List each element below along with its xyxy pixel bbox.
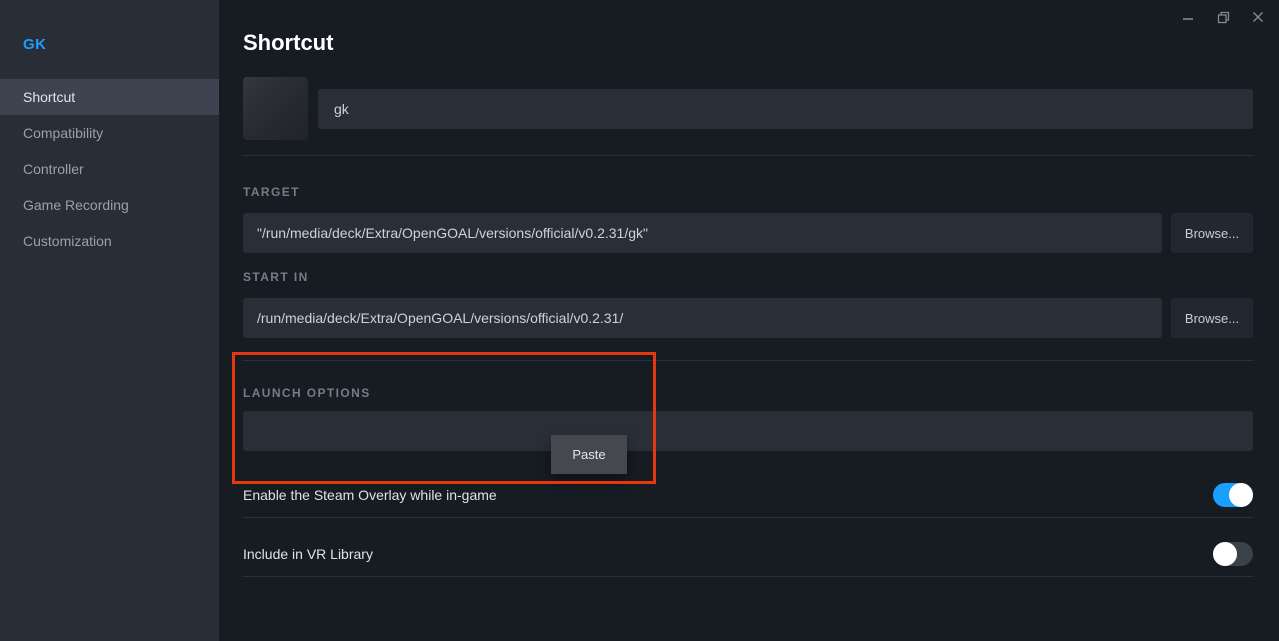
toggle-knob [1213,542,1237,566]
sidebar-item-controller[interactable]: Controller [0,151,219,187]
toggle-knob [1229,483,1253,507]
sidebar-item-label: Customization [23,233,112,249]
start-in-browse-button[interactable]: Browse... [1171,298,1253,338]
sidebar-item-customization[interactable]: Customization [0,223,219,259]
sidebar-nav: Shortcut Compatibility Controller Game R… [0,79,219,259]
launch-options-input[interactable] [243,411,1253,451]
target-row: Browse... [243,213,1253,253]
context-menu-paste[interactable]: Paste [551,435,627,474]
close-icon[interactable] [1245,5,1271,29]
launch-options-label: LAUNCH OPTIONS [243,386,1253,400]
sidebar-item-label: Shortcut [23,89,75,105]
steam-overlay-row: Enable the Steam Overlay while in-game [243,483,1253,518]
start-in-input[interactable] [243,298,1162,338]
shortcut-icon-thumbnail[interactable] [243,77,308,140]
sidebar-item-label: Game Recording [23,197,129,213]
sidebar-item-compatibility[interactable]: Compatibility [0,115,219,151]
sidebar-item-shortcut[interactable]: Shortcut [0,79,219,115]
restore-icon[interactable] [1210,5,1236,29]
vr-library-row: Include in VR Library [243,518,1253,577]
sidebar: GK Shortcut Compatibility Controller Gam… [0,0,219,641]
window-controls [1175,5,1271,29]
divider [243,155,1253,156]
sidebar-item-game-recording[interactable]: Game Recording [0,187,219,223]
sidebar-item-label: Compatibility [23,125,103,141]
minimize-icon[interactable] [1175,5,1201,29]
target-input[interactable] [243,213,1162,253]
steam-overlay-label: Enable the Steam Overlay while in-game [243,487,497,503]
divider [243,360,1253,361]
shortcut-properties-panel: Shortcut TARGET Browse... START IN Brows… [219,0,1279,641]
steam-overlay-toggle[interactable] [1213,483,1253,507]
start-in-label: START IN [243,270,1253,284]
vr-library-toggle[interactable] [1213,542,1253,566]
vr-library-label: Include in VR Library [243,546,373,562]
sidebar-item-label: Controller [23,161,84,177]
page-title: Shortcut [243,30,1253,56]
shortcut-name-input[interactable] [318,89,1253,129]
shortcut-name-row [243,77,1253,140]
start-in-row: Browse... [243,298,1253,338]
shortcut-name-heading: GK [23,36,219,53]
target-browse-button[interactable]: Browse... [1171,213,1253,253]
target-label: TARGET [243,185,1253,199]
